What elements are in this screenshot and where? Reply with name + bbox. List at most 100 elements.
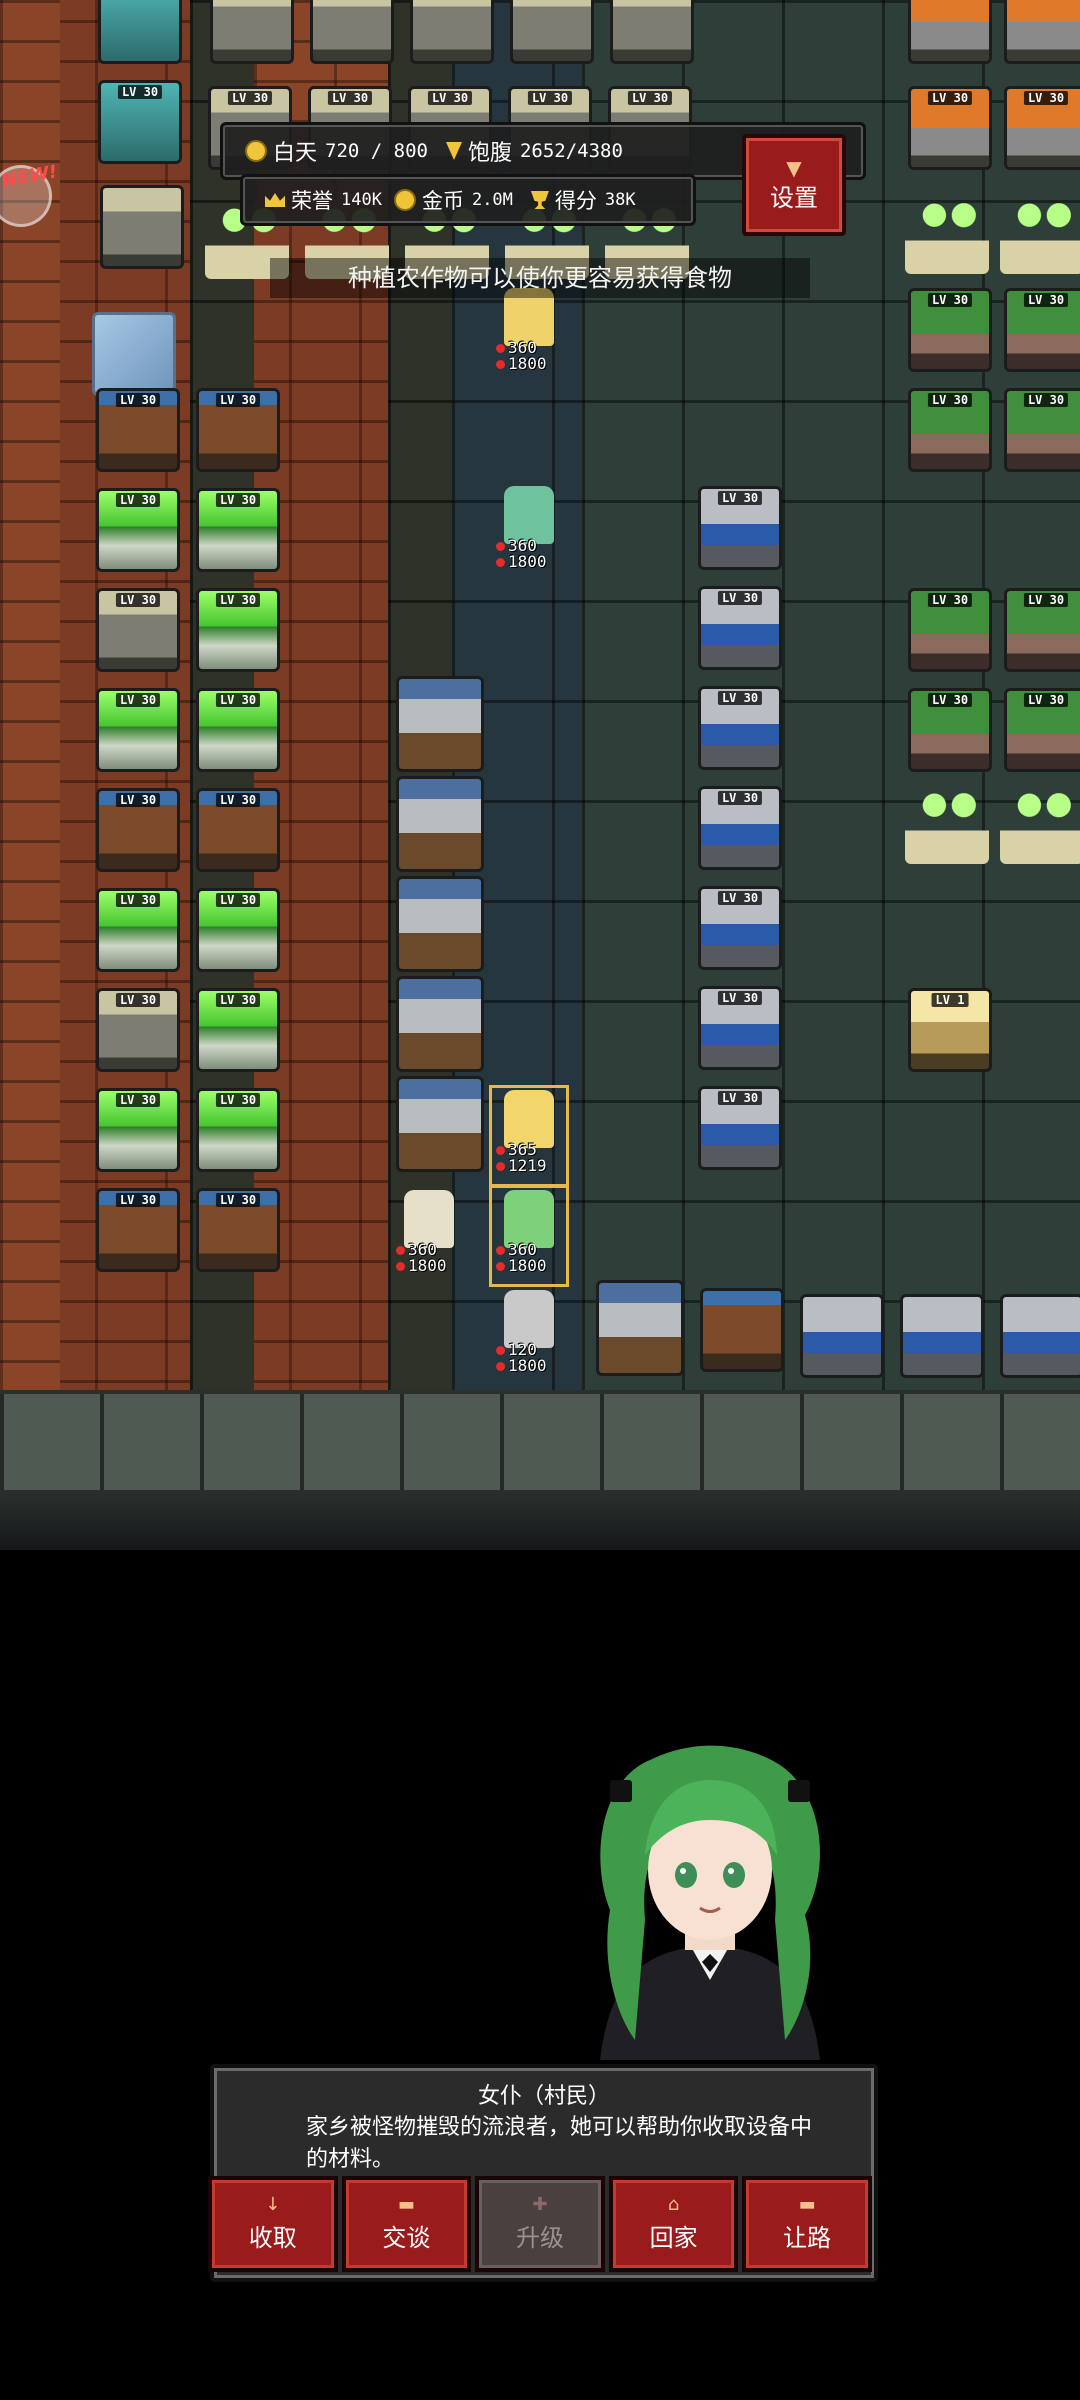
machine-tile[interactable]: LV 30 bbox=[698, 586, 782, 670]
planter-tile[interactable] bbox=[510, 0, 594, 64]
level-label: LV 30 bbox=[1023, 393, 1069, 407]
building-tile[interactable]: LV 30 bbox=[196, 1188, 280, 1272]
tree-tile[interactable]: LV 30 bbox=[908, 588, 992, 672]
tree-tile[interactable]: LV 30 bbox=[908, 388, 992, 472]
score-value: 38K bbox=[604, 190, 636, 210]
level-label: LV 30 bbox=[717, 591, 763, 605]
go-home-button[interactable]: ⌂ 回家 bbox=[608, 2176, 739, 2272]
pumpkin-tile[interactable]: LV 30 bbox=[1004, 86, 1080, 170]
day-label: 白天 bbox=[273, 141, 318, 166]
lamp-tile[interactable] bbox=[1000, 190, 1080, 274]
level-label: LV 30 bbox=[717, 1091, 763, 1105]
pumpkin-tile[interactable] bbox=[908, 0, 992, 64]
upgrade-button[interactable]: ✚ 升级 bbox=[475, 2176, 605, 2272]
fountain-tile[interactable] bbox=[98, 0, 182, 64]
tree-tile[interactable]: LV 30 bbox=[1004, 588, 1080, 672]
character-unit[interactable]: 365 1219 bbox=[489, 1085, 569, 1187]
tree-tile[interactable]: LV 30 bbox=[908, 688, 992, 772]
boat-tile[interactable] bbox=[700, 1288, 784, 1372]
level-label: LV 30 bbox=[115, 393, 161, 407]
tree-tile[interactable]: LV 30 bbox=[1004, 388, 1080, 472]
house-tile[interactable] bbox=[396, 976, 484, 1072]
settings-label: 设置 bbox=[770, 183, 818, 212]
maid-portrait bbox=[600, 1745, 820, 2060]
building-tile[interactable]: LV 30 bbox=[96, 588, 180, 672]
lamp-tile[interactable] bbox=[905, 780, 989, 864]
building-tile[interactable]: LV 30 bbox=[196, 488, 280, 572]
building-tile[interactable]: LV 30 bbox=[96, 688, 180, 772]
castle-tile[interactable] bbox=[596, 1280, 684, 1376]
machine-tile[interactable]: LV 30 bbox=[698, 886, 782, 970]
machine-tile[interactable] bbox=[1000, 1294, 1080, 1378]
ice-block-tile[interactable] bbox=[92, 312, 176, 396]
day-value: 720 / 800 bbox=[325, 140, 428, 162]
character-unit[interactable]: 360 1800 bbox=[494, 486, 564, 578]
building-tile[interactable]: LV 30 bbox=[196, 988, 280, 1072]
building-tile[interactable]: LV 30 bbox=[196, 588, 280, 672]
character-unit[interactable]: 360 1800 bbox=[489, 1185, 569, 1287]
character-unit[interactable]: 360 1800 bbox=[494, 288, 564, 380]
make-way-button[interactable]: ▬ 让路 bbox=[742, 2176, 872, 2272]
level-label: LV 30 bbox=[115, 1093, 161, 1107]
building-tile[interactable]: LV 30 bbox=[196, 388, 280, 472]
planter-tile[interactable] bbox=[310, 0, 394, 64]
tree-tile[interactable]: LV 30 bbox=[908, 288, 992, 372]
planter-tile[interactable] bbox=[210, 0, 294, 64]
machine-tile[interactable]: LV 30 bbox=[698, 786, 782, 870]
altar-tile[interactable]: LV 1 bbox=[908, 988, 992, 1072]
planter-tile[interactable] bbox=[410, 0, 494, 64]
house-tile[interactable] bbox=[396, 1076, 484, 1172]
building-tile[interactable]: LV 30 bbox=[96, 1188, 180, 1272]
building-tile[interactable]: LV 30 bbox=[96, 1088, 180, 1172]
level-label: LV 30 bbox=[215, 1093, 261, 1107]
building-tile[interactable]: LV 30 bbox=[196, 888, 280, 972]
unit-max-hp: 1800 bbox=[394, 1258, 447, 1274]
speech-icon: ▬ bbox=[798, 2193, 816, 2215]
house-tile[interactable] bbox=[396, 676, 484, 772]
level-label: LV 30 bbox=[717, 691, 763, 705]
building-tile[interactable]: LV 30 bbox=[96, 888, 180, 972]
tree-tile[interactable]: LV 30 bbox=[1004, 688, 1080, 772]
character-description: 家乡被怪物摧毁的流浪者，她可以帮助你收取设备中的材料。 bbox=[306, 2115, 813, 2172]
make-way-label: 让路 bbox=[783, 2223, 832, 2252]
building-tile[interactable]: LV 30 bbox=[96, 388, 180, 472]
building-tile[interactable]: LV 30 bbox=[96, 988, 180, 1072]
pumpkin-tile[interactable] bbox=[1004, 0, 1080, 64]
level-label: LV 30 bbox=[115, 1193, 161, 1207]
level-label: LV 30 bbox=[215, 393, 261, 407]
talk-button[interactable]: ▬ 交谈 bbox=[341, 2176, 472, 2272]
gold-label: 金币 bbox=[421, 189, 464, 213]
fountain-tile[interactable]: LV 30 bbox=[98, 80, 182, 164]
level-label: LV 30 bbox=[1023, 293, 1069, 307]
level-label: LV 30 bbox=[115, 993, 161, 1007]
building-tile[interactable]: LV 30 bbox=[196, 688, 280, 772]
lamp-tile[interactable] bbox=[905, 190, 989, 274]
settings-button[interactable]: ▼ 设置 bbox=[742, 134, 846, 236]
character-unit[interactable]: 120 1800 bbox=[494, 1290, 564, 1382]
machine-tile[interactable]: LV 30 bbox=[698, 686, 782, 770]
building-tile[interactable]: LV 30 bbox=[96, 488, 180, 572]
game-map[interactable]: LV 30 LV 30 LV 30 LV 30 LV 30 LV 30 LV 30 LV 30… bbox=[0, 0, 1080, 1550]
building-tile[interactable]: LV 30 bbox=[196, 788, 280, 872]
level-label: LV 30 bbox=[215, 593, 261, 607]
collect-button[interactable]: ↓ 收取 bbox=[208, 2176, 338, 2272]
building-tile[interactable]: LV 30 bbox=[96, 788, 180, 872]
score-icon bbox=[530, 191, 549, 209]
character-unit[interactable]: 360 1800 bbox=[394, 1190, 464, 1282]
house-tile[interactable] bbox=[396, 876, 484, 972]
level-label: LV 30 bbox=[927, 91, 973, 105]
lamp-tile[interactable] bbox=[1000, 780, 1080, 864]
machine-tile[interactable]: LV 30 bbox=[698, 1086, 782, 1170]
machine-tile[interactable] bbox=[800, 1294, 884, 1378]
machine-tile[interactable] bbox=[900, 1294, 984, 1378]
tree-tile[interactable]: LV 30 bbox=[1004, 288, 1080, 372]
unit-stats: 360 1800 bbox=[494, 340, 547, 372]
machine-tile[interactable]: LV 30 bbox=[698, 986, 782, 1070]
pumpkin-tile[interactable]: LV 30 bbox=[908, 86, 992, 170]
level-label: LV 30 bbox=[717, 991, 763, 1005]
statue-tile[interactable] bbox=[100, 185, 184, 269]
building-tile[interactable]: LV 30 bbox=[196, 1088, 280, 1172]
house-tile[interactable] bbox=[396, 776, 484, 872]
machine-tile[interactable]: LV 30 bbox=[698, 486, 782, 570]
planter-tile[interactable] bbox=[610, 0, 694, 64]
